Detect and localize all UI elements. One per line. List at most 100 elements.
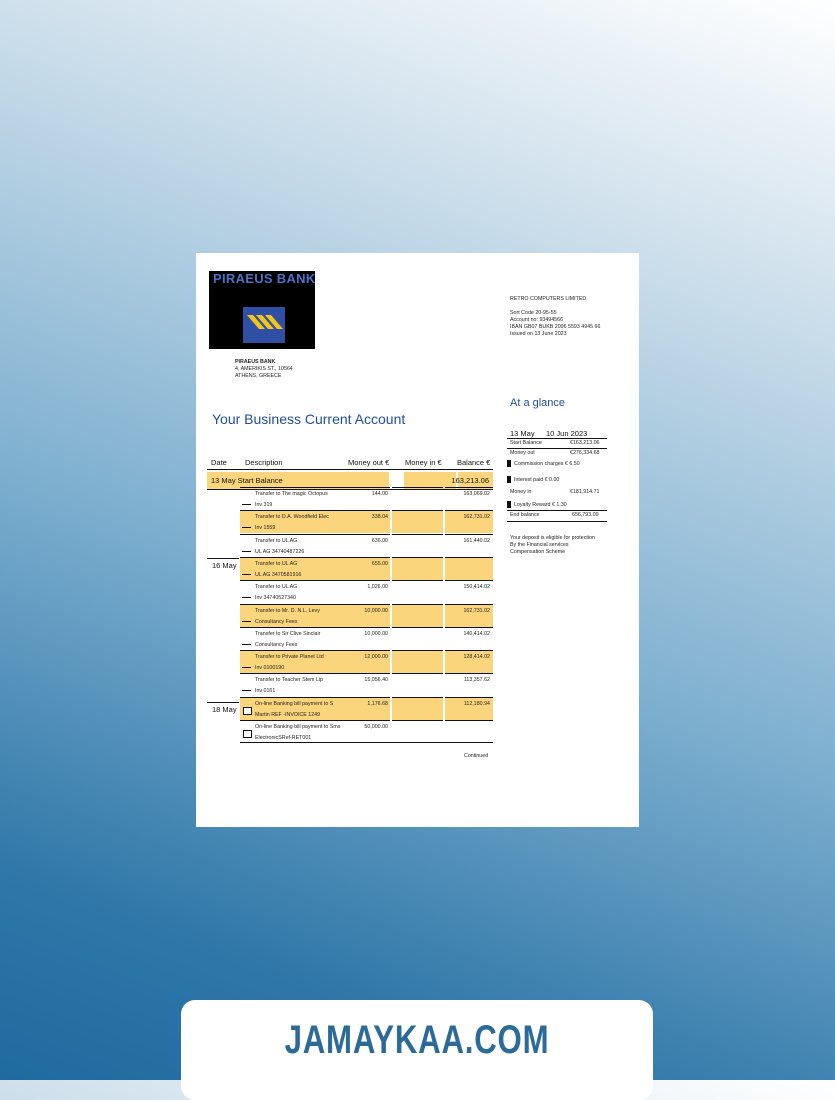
table-end-rule [240, 742, 493, 743]
money-in-cell [392, 650, 443, 673]
glance-note-2: By the Financial services [510, 542, 569, 548]
watermark-text: JAMAYKAA.COM [284, 1018, 550, 1062]
glance-from: 13 May [510, 429, 535, 438]
row-money-out: 1,176.68 [367, 701, 388, 707]
col-money-in: Money in € [405, 458, 442, 467]
glance-commission: Commission charges € 6.50 [514, 461, 580, 467]
row-description: On-line Banking bill payment to S [255, 701, 334, 707]
row-description: On-line Banking bill payment to Sms [255, 724, 341, 730]
date-18-may: 18 May [212, 705, 237, 714]
col-description: Description [245, 458, 283, 467]
row-marker [242, 690, 251, 691]
bullet-icon [507, 501, 511, 508]
row-reference: Inv 34740527340 [255, 595, 296, 601]
money-in-cell [392, 627, 443, 650]
row-reference: Consultancy Fees [255, 642, 298, 648]
row-reference: UL AG 3470581916 [255, 572, 302, 578]
glance-to: 10 Jun 2023 [546, 429, 588, 438]
glance-rule-1 [507, 438, 607, 439]
bank-address-2: ATHENS, GREECE [235, 373, 282, 379]
row-balance: 162,731.02 [463, 608, 490, 614]
bank-logo: PIRAEUS BANK [209, 271, 315, 349]
row-marker [242, 621, 251, 622]
row-reference: Inv 0161 [255, 688, 276, 694]
glance-rule-3 [507, 510, 607, 511]
date-18-rule [207, 702, 239, 703]
row-description: Transfer to UL AG [255, 561, 298, 567]
glance-rule-2 [507, 448, 607, 449]
row-balance: 150,414.02 [463, 584, 490, 590]
col-money-out: Money out € [348, 458, 390, 467]
logo-mark-icon [243, 307, 285, 343]
row-money-out: 10,000.00 [364, 608, 388, 614]
checkbox-icon [243, 730, 252, 738]
glance-start-value: €163,213.06 [570, 440, 600, 446]
row-marker [242, 597, 251, 598]
money-in-cell [392, 510, 443, 533]
glance-out-label: Money out [510, 450, 535, 456]
start-balance-label: 13 May Start Balance [211, 476, 283, 485]
row-reference: Inv 319 [255, 502, 273, 508]
row-reference: UL AG 34740487226 [255, 549, 305, 555]
money-in-cell [392, 487, 443, 510]
row-reference: Martin REF -INVOICE 1249 [255, 712, 321, 718]
glance-title: At a glance [510, 397, 566, 409]
row-description: Transfer to UL AG [255, 584, 298, 590]
row-balance: 113,357.62 [463, 677, 490, 683]
row-reference: Inv 1559 [255, 525, 276, 531]
continued-label: Continued [464, 753, 489, 759]
money-in-cell [392, 697, 443, 720]
bullet-icon [507, 460, 511, 467]
row-money-out: 338.04 [371, 514, 388, 520]
header-rule [207, 469, 493, 470]
money-in-cell [392, 604, 443, 627]
row-balance: 161,440.02 [463, 538, 490, 544]
balance-cell [445, 720, 493, 743]
bank-name: PIRAEUS BANK [235, 359, 276, 365]
row-reference: Inv 0100190 [255, 665, 285, 671]
glance-start-label: Start Balance [510, 440, 542, 446]
col-date: Date [211, 458, 227, 467]
row-balance: 140,414.02 [463, 631, 490, 637]
row-description: Transfer to Mr. D. N.L. Levy [255, 608, 320, 614]
money-in-cell [392, 720, 443, 743]
iban: IBAN GB07 BUKB 2096 5593 4945 66 [510, 324, 601, 330]
glance-out-value: €276,334.68 [570, 450, 600, 456]
glance-end-value: 656,793.09 [572, 512, 599, 518]
row-money-out: 15,056.40 [364, 677, 388, 683]
row-balance: 112,180.94 [463, 701, 490, 707]
glance-in-label: Money in [510, 489, 532, 495]
row-money-out: 636.00 [371, 538, 388, 544]
checkbox-icon [243, 707, 252, 715]
row-description: Transfer to The magic Octopus [255, 491, 328, 497]
row-description: Transfer to Sir Clive Sinclair [255, 631, 321, 637]
row-money-out: 144.00 [371, 491, 388, 497]
row-reference: ElectronicSRef-RET001 [255, 735, 312, 741]
row-balance: 163,069.02 [463, 491, 490, 497]
account-number: Account no: 93494566 [510, 317, 564, 323]
row-money-out: 10,000.00 [364, 631, 388, 637]
row-money-out: 12,000.00 [364, 654, 388, 660]
money-in-cell [392, 534, 443, 557]
start-balance-value: 163,213.06 [451, 476, 489, 485]
bank-statement: PIRAEUS BANK PIRAEUS BANK 4, AMERIKIS ST… [196, 253, 639, 827]
row-money-out: 655.00 [371, 561, 388, 567]
watermark-banner: JAMAYKAA.COM [181, 1000, 653, 1100]
sort-code: Sort Code 20-95-55 [510, 310, 557, 316]
money-in-cell [392, 580, 443, 603]
bank-address-1: 4, AMERIKIS ST., 10564 [235, 366, 293, 372]
money-in-cell [392, 673, 443, 696]
logo-text: PIRAEUS BANK [213, 271, 316, 286]
page-title: Your Business Current Account [212, 411, 406, 427]
glance-note-1: Your deposit is eligible for protection [510, 535, 595, 541]
glance-loyalty: Loyalty Reward € 1.30 [514, 502, 567, 508]
bullet-icon [507, 476, 511, 483]
date-16-may: 16 May [212, 561, 237, 570]
glance-end-label: End balance [510, 512, 540, 518]
money-in-cell [392, 557, 443, 580]
row-marker [242, 527, 251, 528]
row-balance: 128,414.02 [463, 654, 490, 660]
glance-note-3: Compensation Scheme [510, 549, 566, 555]
row-description: Transfer to D.A. Woodfield Elec [255, 514, 329, 520]
row-description: Transfer to Teacher Stem Lip [255, 677, 324, 683]
